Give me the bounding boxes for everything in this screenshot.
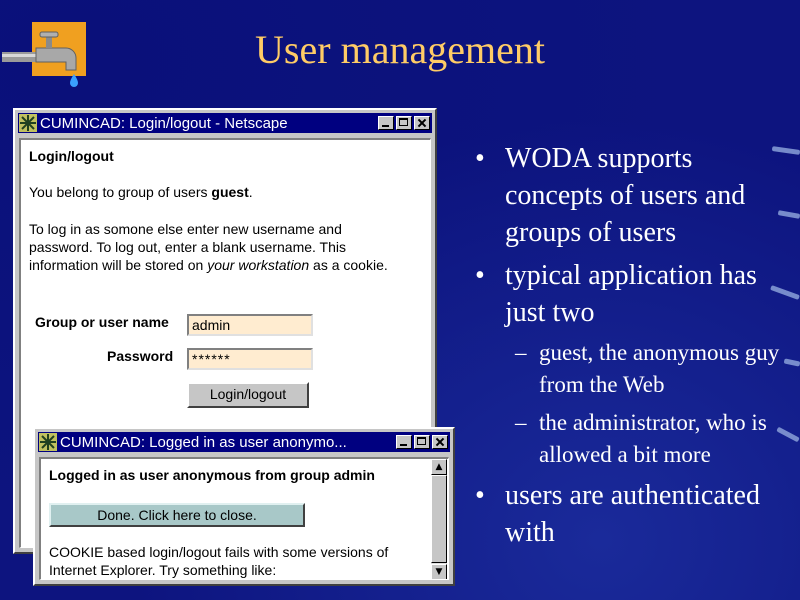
arrow-down-icon[interactable]: ▼	[431, 564, 447, 579]
login-window-titlebar[interactable]: CUMINCAD: Login/logout - Netscape	[18, 113, 432, 133]
arrow-up-icon[interactable]: ▲	[431, 459, 447, 475]
login-heading: Login/logout	[29, 148, 114, 164]
scrollbar-thumb[interactable]	[431, 475, 447, 563]
minimize-icon[interactable]	[378, 116, 394, 130]
login-window-title: CUMINCAD: Login/logout - Netscape	[40, 114, 288, 132]
bullet-item: • WODA supports concepts of users and gro…	[475, 143, 746, 248]
cookie-note: COOKIE based login/logout fails with som…	[49, 544, 389, 578]
group-membership-text: You belong to group of users guest.	[29, 184, 253, 200]
confirm-window-content: Logged in as user anonymous from group a…	[39, 457, 449, 580]
sub-bullet-item: – the administrator, who is allowed a bit…	[515, 410, 767, 467]
bullet-item: • users are authenticated with	[475, 480, 760, 548]
bullet-item: • typical application has just two	[475, 260, 757, 328]
group-name: guest	[211, 184, 249, 200]
maximize-icon[interactable]	[414, 435, 430, 449]
vertical-scrollbar[interactable]: ▲ ▼	[431, 459, 447, 579]
netscape-icon	[39, 433, 57, 451]
login-status-message: Logged in as user anonymous from group a…	[49, 467, 375, 483]
password-label: Password	[107, 348, 174, 364]
bullet-list: • WODA supports concepts of users and gro…	[475, 140, 795, 557]
minimize-icon[interactable]	[396, 435, 412, 449]
confirm-window: CUMINCAD: Logged in as user anonymo... L…	[33, 427, 455, 586]
sub-bullet-item: – guest, the anonymous guy from the Web	[515, 340, 780, 397]
login-logout-button[interactable]: Login/logout	[187, 382, 309, 408]
confirm-window-titlebar[interactable]: CUMINCAD: Logged in as user anonymo...	[38, 432, 450, 452]
username-input[interactable]: admin	[187, 314, 313, 336]
close-icon[interactable]	[432, 435, 448, 449]
username-label: Group or user name	[35, 314, 169, 330]
maximize-icon[interactable]	[396, 116, 412, 130]
close-icon[interactable]	[414, 116, 430, 130]
confirm-window-title: CUMINCAD: Logged in as user anonymo...	[60, 433, 347, 451]
slide-title: User management	[255, 27, 545, 72]
done-close-button[interactable]: Done. Click here to close.	[49, 503, 305, 527]
netscape-icon	[19, 114, 37, 132]
password-input[interactable]: ******	[187, 348, 313, 370]
login-instructions: To log in as somone else enter new usern…	[29, 221, 388, 273]
